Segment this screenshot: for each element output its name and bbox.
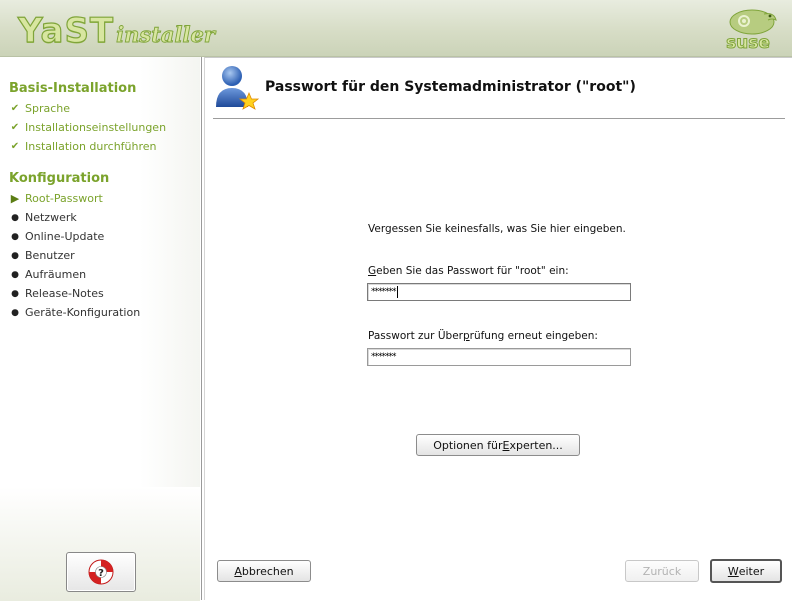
suse-brand-text: suse	[726, 33, 770, 52]
root-user-icon	[216, 66, 259, 110]
step-sprache: ✔ Sprache	[9, 102, 70, 115]
bullet-icon: ●	[11, 231, 19, 242]
step-label: Sprache	[25, 102, 71, 115]
checkmark-icon: ✔	[10, 122, 20, 133]
step-benutzer: ● Benutzer	[9, 249, 75, 262]
step-online-update: ● Online-Update	[9, 230, 104, 243]
next-button[interactable]: Weiter	[710, 559, 782, 583]
step-installationseinstellungen: ✔ Installationseinstellungen	[9, 121, 166, 134]
step-aufraeumen: ● Aufräumen	[9, 268, 86, 281]
logo-subtext: installer	[116, 22, 216, 48]
text-cursor	[396, 285, 398, 298]
bullet-icon: ●	[11, 288, 19, 299]
logo-text: YaST	[17, 10, 115, 51]
password-label: Geben Sie das Passwort für "root" ein:	[368, 265, 569, 277]
step-label: Aufräumen	[25, 268, 87, 281]
current-step-arrow-icon: ▶	[10, 192, 20, 205]
step-label: Online-Update	[25, 230, 105, 243]
help-button[interactable]: ?	[66, 552, 136, 592]
step-geraete-konfiguration: ● Geräte-Konfiguration	[9, 306, 140, 319]
section-title-konfiguration: Konfiguration	[9, 171, 110, 186]
step-label: Root-Passwort	[25, 192, 103, 205]
header-bar: YaST installer suse	[0, 0, 792, 57]
verify-password-label: Passwort zur Überprüfung erneut eingeben…	[368, 330, 598, 342]
svg-text:?: ?	[98, 568, 104, 579]
verify-password-input[interactable]: *******	[367, 348, 631, 366]
step-label: Installation durchführen	[25, 140, 157, 153]
dialog-title: Passwort für den Systemadministrator ("r…	[265, 79, 636, 95]
bullet-icon: ●	[11, 269, 19, 280]
checkmark-icon: ✔	[10, 141, 20, 152]
back-button[interactable]: Zurück	[625, 560, 699, 582]
step-root-passwort: ▶ Root-Passwort	[9, 192, 103, 205]
step-label: Geräte-Konfiguration	[25, 306, 141, 319]
expert-options-button[interactable]: Optionen für Experten...	[416, 434, 580, 456]
step-label: Installationseinstellungen	[25, 121, 167, 134]
title-separator	[213, 118, 785, 119]
installation-steps-sidebar: Basis-Installation ✔ Sprache ✔ Installat…	[0, 57, 200, 601]
password-input[interactable]: *******	[367, 283, 631, 301]
hint-text: Vergessen Sie keinesfalls, was Sie hier …	[368, 223, 626, 235]
step-release-notes: ● Release-Notes	[9, 287, 104, 300]
abort-button[interactable]: Abbrechen	[217, 560, 311, 582]
yast-installer-logo: YaST installer	[17, 9, 216, 51]
checkmark-icon: ✔	[10, 103, 20, 114]
dialog-panel: Passwort für den Systemadministrator ("r…	[201, 57, 792, 600]
bullet-icon: ●	[11, 212, 19, 223]
suse-logo-icon: suse	[726, 9, 777, 52]
step-netzwerk: ● Netzwerk	[9, 211, 77, 224]
step-label: Benutzer	[25, 249, 75, 262]
lifebuoy-help-icon: ?	[88, 559, 114, 585]
section-title-basis-installation: Basis-Installation	[9, 81, 137, 96]
step-installation-durchfuehren: ✔ Installation durchführen	[9, 140, 157, 153]
bullet-icon: ●	[11, 307, 19, 318]
bullet-icon: ●	[11, 250, 19, 261]
step-label: Release-Notes	[25, 287, 104, 300]
step-label: Netzwerk	[25, 211, 77, 224]
